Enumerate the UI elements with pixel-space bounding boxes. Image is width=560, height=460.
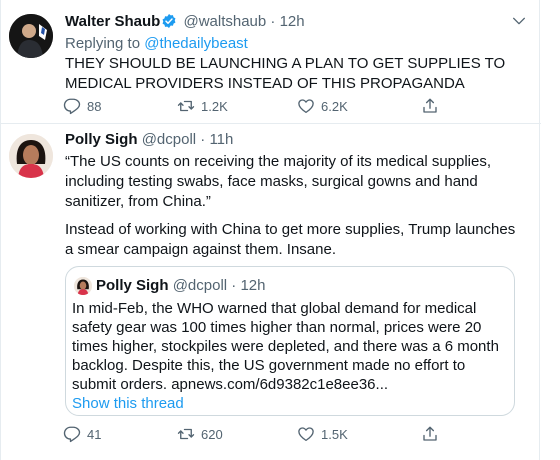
reply-count: 41 [87, 426, 102, 442]
like-button[interactable]: 6.2K [297, 96, 348, 116]
author-name[interactable]: Walter Shaub [65, 13, 160, 30]
share-icon [423, 98, 437, 113]
quoted-author-name: Polly Sigh [96, 277, 169, 294]
tweet-text-paragraph: Instead of working with China to get mor… [65, 221, 516, 258]
reply-count: 88 [87, 98, 102, 114]
replying-to: Replying to @thedailybeast [65, 34, 248, 54]
avatar[interactable] [9, 134, 53, 178]
like-button[interactable]: 1.5K [297, 424, 348, 444]
timestamp[interactable]: 12h [280, 13, 305, 30]
quoted-timestamp: 12h [240, 277, 266, 294]
verified-badge-icon [162, 14, 176, 28]
tweet[interactable]: Polly Sigh @dcpoll · 11h “The US counts … [1, 124, 541, 460]
timestamp[interactable]: 11h [209, 131, 233, 148]
separator-dot: · [200, 131, 206, 148]
tweet-header: Walter Shaub @waltshaub · 12h [65, 12, 305, 32]
show-thread-link[interactable]: Show this thread [72, 395, 184, 413]
retweet-icon [177, 428, 195, 440]
reply-button[interactable]: 41 [63, 424, 101, 444]
tweet-header: Polly Sigh @dcpoll · 11h [65, 130, 233, 150]
tweet-actions: 88 1.2K 6.2K [59, 96, 459, 116]
retweet-count: 620 [201, 426, 223, 442]
tweet-text-paragraph: “The US counts on receiving the majority… [65, 153, 492, 210]
reply-icon [63, 426, 81, 443]
share-button[interactable] [421, 424, 439, 444]
share-icon [423, 426, 437, 441]
reply-icon [63, 98, 81, 115]
avatar[interactable] [9, 14, 53, 58]
more-icon[interactable] [511, 13, 527, 29]
quoted-avatar [74, 277, 92, 295]
quoted-author-handle: @dcpoll [172, 277, 228, 294]
replying-to-prefix: Replying to [65, 35, 141, 52]
retweet-icon [177, 100, 195, 112]
separator-dot: · [231, 277, 237, 294]
quoted-text: In mid-Feb, the WHO warned that global d… [72, 300, 499, 393]
like-icon [298, 427, 314, 442]
author-handle[interactable]: @waltshaub [183, 13, 266, 30]
like-count: 6.2K [321, 98, 348, 114]
share-button[interactable] [421, 96, 439, 116]
separator-dot: · [270, 13, 276, 30]
quoted-header: Polly Sigh @dcpoll · 12h [96, 276, 265, 296]
retweet-button[interactable]: 1.2K [177, 96, 228, 116]
retweet-button[interactable]: 620 [177, 424, 223, 444]
like-count: 1.5K [321, 426, 348, 442]
retweet-count: 1.2K [201, 98, 228, 114]
tweet-text: THEY SHOULD BE LAUNCHING A PLAN TO GET S… [65, 55, 506, 92]
timeline: Walter Shaub @waltshaub · 12h Replying t… [0, 0, 541, 460]
author-handle[interactable]: @dcpoll [142, 131, 196, 148]
reply-button[interactable]: 88 [63, 96, 101, 116]
like-icon [298, 99, 314, 114]
tweet[interactable]: Walter Shaub @waltshaub · 12h Replying t… [1, 0, 541, 124]
author-name[interactable]: Polly Sigh [65, 131, 138, 148]
replying-to-link[interactable]: @thedailybeast [144, 35, 248, 52]
tweet-actions: 41 620 1.5K [59, 424, 459, 444]
quoted-tweet[interactable]: Polly Sigh @dcpoll · 12h In mid-Feb, the… [65, 266, 515, 416]
